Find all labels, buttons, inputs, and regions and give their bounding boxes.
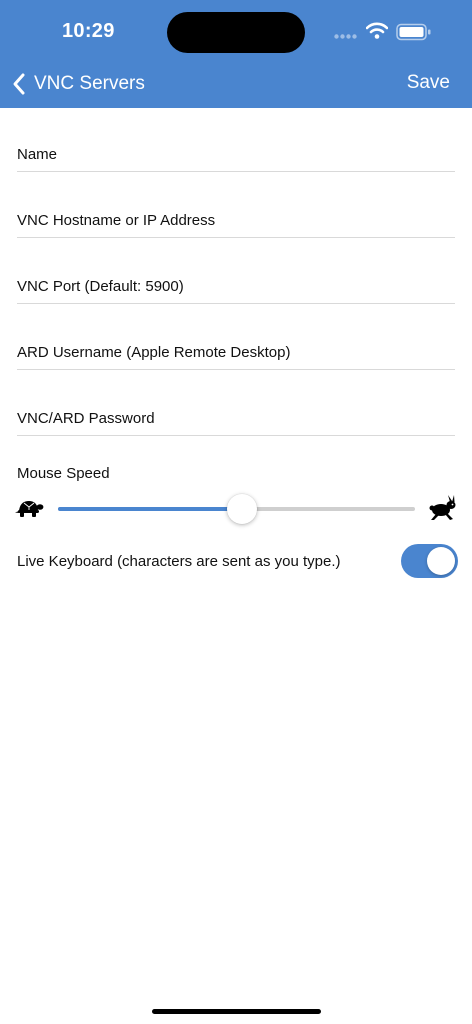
ard-username-input[interactable] — [17, 337, 455, 367]
signal-icon — [334, 34, 357, 39]
ard-username-field-container — [17, 337, 455, 370]
battery-icon — [396, 23, 431, 41]
slider-fill — [58, 507, 242, 511]
back-button-label: VNC Servers — [34, 73, 145, 94]
rabbit-icon — [429, 495, 456, 520]
live-keyboard-label: Live Keyboard (characters are sent as yo… — [17, 553, 341, 570]
port-input[interactable] — [17, 271, 455, 301]
hostname-field-container — [17, 205, 455, 238]
slider-thumb[interactable] — [226, 494, 257, 524]
back-button[interactable]: VNC Servers — [12, 70, 145, 98]
save-button[interactable]: Save — [407, 72, 450, 94]
port-field-container — [17, 271, 455, 304]
password-field-container — [17, 403, 455, 436]
dynamic-island — [167, 12, 305, 53]
password-input[interactable] — [17, 403, 455, 433]
chevron-left-icon — [13, 73, 25, 95]
turtle-icon — [15, 501, 44, 517]
navigation-header: 10:29 VNC Servers Save — [0, 0, 472, 108]
name-field-container — [17, 139, 455, 172]
mouse-speed-label: Mouse Speed — [17, 465, 110, 482]
wifi-icon — [366, 22, 388, 39]
live-keyboard-toggle[interactable] — [401, 544, 458, 578]
hostname-input[interactable] — [17, 205, 455, 235]
mouse-speed-slider[interactable] — [58, 494, 415, 524]
home-indicator — [152, 1009, 321, 1014]
status-time: 10:29 — [62, 20, 115, 42]
name-input[interactable] — [17, 139, 455, 169]
toggle-knob — [427, 547, 455, 575]
